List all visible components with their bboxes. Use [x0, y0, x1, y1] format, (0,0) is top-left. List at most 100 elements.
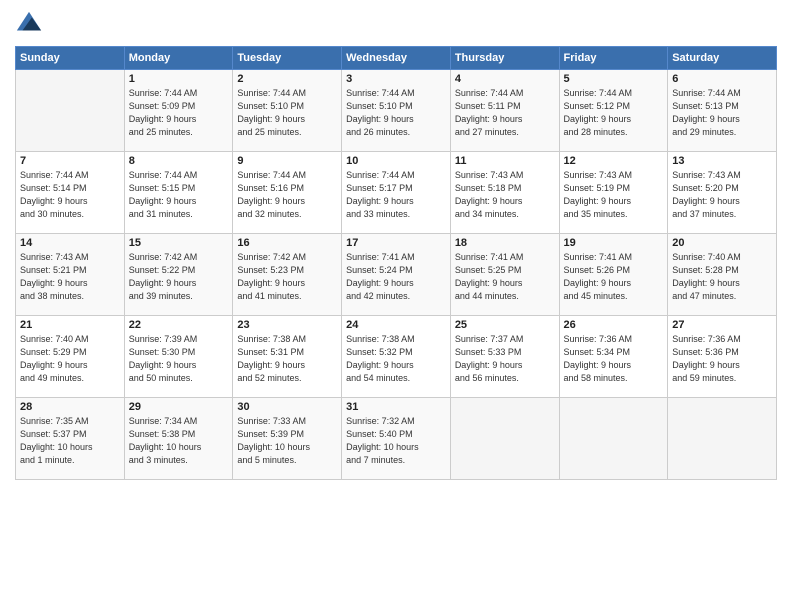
- weekday-header: Sunday: [16, 47, 125, 70]
- day-info: Sunrise: 7:43 AM Sunset: 5:19 PM Dayligh…: [564, 169, 664, 221]
- day-info: Sunrise: 7:44 AM Sunset: 5:14 PM Dayligh…: [20, 169, 120, 221]
- calendar-week-row: 1 Sunrise: 7:44 AM Sunset: 5:09 PM Daylig…: [16, 70, 777, 152]
- day-info: Sunrise: 7:35 AM Sunset: 5:37 PM Dayligh…: [20, 415, 120, 467]
- day-number: 12: [564, 155, 664, 167]
- calendar-table: SundayMondayTuesdayWednesdayThursdayFrid…: [15, 46, 777, 480]
- calendar-cell: 1 Sunrise: 7:44 AM Sunset: 5:09 PM Daylig…: [124, 70, 233, 152]
- weekday-header: Thursday: [450, 47, 559, 70]
- calendar-cell: 26 Sunrise: 7:36 AM Sunset: 5:34 PM Dayli…: [559, 316, 668, 398]
- day-number: 28: [20, 401, 120, 413]
- day-number: 1: [129, 73, 229, 85]
- calendar-cell: 28 Sunrise: 7:35 AM Sunset: 5:37 PM Dayli…: [16, 398, 125, 480]
- day-info: Sunrise: 7:44 AM Sunset: 5:16 PM Dayligh…: [237, 169, 337, 221]
- calendar-header: SundayMondayTuesdayWednesdayThursdayFrid…: [16, 47, 777, 70]
- day-number: 2: [237, 73, 337, 85]
- day-number: 22: [129, 319, 229, 331]
- calendar-week-row: 14 Sunrise: 7:43 AM Sunset: 5:21 PM Dayli…: [16, 234, 777, 316]
- day-number: 3: [346, 73, 446, 85]
- day-number: 21: [20, 319, 120, 331]
- calendar-cell: 30Sunrise: 7:33 AM Sunset: 5:39 PM Dayli…: [233, 398, 342, 480]
- day-number: 9: [237, 155, 337, 167]
- weekday-header: Friday: [559, 47, 668, 70]
- day-number: 17: [346, 237, 446, 249]
- day-number: 5: [564, 73, 664, 85]
- day-info: Sunrise: 7:37 AM Sunset: 5:33 PM Dayligh…: [455, 333, 555, 385]
- day-info: Sunrise: 7:38 AM Sunset: 5:32 PM Dayligh…: [346, 333, 446, 385]
- calendar-cell: 13 Sunrise: 7:43 AM Sunset: 5:20 PM Dayli…: [668, 152, 777, 234]
- day-number: 18: [455, 237, 555, 249]
- day-info: Sunrise: 7:41 AM Sunset: 5:24 PM Dayligh…: [346, 251, 446, 303]
- calendar-cell: 23 Sunrise: 7:38 AM Sunset: 5:31 PM Dayli…: [233, 316, 342, 398]
- weekday-header: Wednesday: [342, 47, 451, 70]
- calendar-cell: 21 Sunrise: 7:40 AM Sunset: 5:29 PM Dayli…: [16, 316, 125, 398]
- weekday-header: Saturday: [668, 47, 777, 70]
- calendar-cell: 6 Sunrise: 7:44 AM Sunset: 5:13 PM Daylig…: [668, 70, 777, 152]
- day-info: Sunrise: 7:43 AM Sunset: 5:18 PM Dayligh…: [455, 169, 555, 221]
- calendar-body: 1 Sunrise: 7:44 AM Sunset: 5:09 PM Daylig…: [16, 70, 777, 480]
- day-info: Sunrise: 7:34 AM Sunset: 5:38 PM Dayligh…: [129, 415, 229, 467]
- calendar-week-row: 7Sunrise: 7:44 AM Sunset: 5:14 PM Daylig…: [16, 152, 777, 234]
- day-info: Sunrise: 7:44 AM Sunset: 5:10 PM Dayligh…: [237, 87, 337, 139]
- day-info: Sunrise: 7:44 AM Sunset: 5:17 PM Dayligh…: [346, 169, 446, 221]
- day-number: 16: [237, 237, 337, 249]
- day-number: 11: [455, 155, 555, 167]
- day-number: 29: [129, 401, 229, 413]
- calendar-cell: 8 Sunrise: 7:44 AM Sunset: 5:15 PM Daylig…: [124, 152, 233, 234]
- calendar-week-row: 21 Sunrise: 7:40 AM Sunset: 5:29 PM Dayli…: [16, 316, 777, 398]
- day-number: 14: [20, 237, 120, 249]
- day-number: 27: [672, 319, 772, 331]
- logo-icon: [15, 10, 43, 38]
- day-info: Sunrise: 7:44 AM Sunset: 5:13 PM Dayligh…: [672, 87, 772, 139]
- calendar-cell: 29 Sunrise: 7:34 AM Sunset: 5:38 PM Dayli…: [124, 398, 233, 480]
- calendar-cell: 15 Sunrise: 7:42 AM Sunset: 5:22 PM Dayli…: [124, 234, 233, 316]
- day-number: 23: [237, 319, 337, 331]
- calendar-cell: 18Sunrise: 7:41 AM Sunset: 5:25 PM Dayli…: [450, 234, 559, 316]
- weekday-header: Tuesday: [233, 47, 342, 70]
- day-number: 26: [564, 319, 664, 331]
- calendar-cell: 17 Sunrise: 7:41 AM Sunset: 5:24 PM Dayli…: [342, 234, 451, 316]
- day-info: Sunrise: 7:44 AM Sunset: 5:10 PM Dayligh…: [346, 87, 446, 139]
- calendar-cell: 9 Sunrise: 7:44 AM Sunset: 5:16 PM Daylig…: [233, 152, 342, 234]
- day-info: Sunrise: 7:40 AM Sunset: 5:28 PM Dayligh…: [672, 251, 772, 303]
- day-number: 8: [129, 155, 229, 167]
- calendar-cell: 25 Sunrise: 7:37 AM Sunset: 5:33 PM Dayli…: [450, 316, 559, 398]
- day-info: Sunrise: 7:43 AM Sunset: 5:21 PM Dayligh…: [20, 251, 120, 303]
- day-info: Sunrise: 7:42 AM Sunset: 5:22 PM Dayligh…: [129, 251, 229, 303]
- day-info: Sunrise: 7:36 AM Sunset: 5:34 PM Dayligh…: [564, 333, 664, 385]
- day-number: 24: [346, 319, 446, 331]
- day-info: Sunrise: 7:40 AM Sunset: 5:29 PM Dayligh…: [20, 333, 120, 385]
- day-number: 6: [672, 73, 772, 85]
- day-number: 13: [672, 155, 772, 167]
- day-info: Sunrise: 7:41 AM Sunset: 5:26 PM Dayligh…: [564, 251, 664, 303]
- calendar-cell: 14 Sunrise: 7:43 AM Sunset: 5:21 PM Dayli…: [16, 234, 125, 316]
- calendar-cell: 11 Sunrise: 7:43 AM Sunset: 5:18 PM Dayli…: [450, 152, 559, 234]
- day-number: 25: [455, 319, 555, 331]
- calendar-cell: 12 Sunrise: 7:43 AM Sunset: 5:19 PM Dayli…: [559, 152, 668, 234]
- day-info: Sunrise: 7:43 AM Sunset: 5:20 PM Dayligh…: [672, 169, 772, 221]
- page-header: [15, 10, 777, 38]
- weekday-header: Monday: [124, 47, 233, 70]
- calendar-cell: 10 Sunrise: 7:44 AM Sunset: 5:17 PM Dayli…: [342, 152, 451, 234]
- day-number: 10: [346, 155, 446, 167]
- day-info: Sunrise: 7:33 AM Sunset: 5:39 PM Dayligh…: [237, 415, 337, 467]
- day-info: Sunrise: 7:39 AM Sunset: 5:30 PM Dayligh…: [129, 333, 229, 385]
- day-info: Sunrise: 7:38 AM Sunset: 5:31 PM Dayligh…: [237, 333, 337, 385]
- day-number: 20: [672, 237, 772, 249]
- day-info: Sunrise: 7:44 AM Sunset: 5:11 PM Dayligh…: [455, 87, 555, 139]
- day-info: Sunrise: 7:44 AM Sunset: 5:15 PM Dayligh…: [129, 169, 229, 221]
- day-info: Sunrise: 7:44 AM Sunset: 5:12 PM Dayligh…: [564, 87, 664, 139]
- day-number: 31: [346, 401, 446, 413]
- calendar-cell: [668, 398, 777, 480]
- calendar-cell: 24 Sunrise: 7:38 AM Sunset: 5:32 PM Dayli…: [342, 316, 451, 398]
- day-number: 4: [455, 73, 555, 85]
- calendar-cell: 22 Sunrise: 7:39 AM Sunset: 5:30 PM Dayli…: [124, 316, 233, 398]
- calendar-cell: 7Sunrise: 7:44 AM Sunset: 5:14 PM Daylig…: [16, 152, 125, 234]
- calendar-cell: [559, 398, 668, 480]
- day-info: Sunrise: 7:36 AM Sunset: 5:36 PM Dayligh…: [672, 333, 772, 385]
- day-info: Sunrise: 7:44 AM Sunset: 5:09 PM Dayligh…: [129, 87, 229, 139]
- calendar-cell: 2 Sunrise: 7:44 AM Sunset: 5:10 PM Daylig…: [233, 70, 342, 152]
- calendar-cell: [450, 398, 559, 480]
- day-number: 15: [129, 237, 229, 249]
- calendar-cell: 19Sunrise: 7:41 AM Sunset: 5:26 PM Dayli…: [559, 234, 668, 316]
- calendar-cell: 31Sunrise: 7:32 AM Sunset: 5:40 PM Dayli…: [342, 398, 451, 480]
